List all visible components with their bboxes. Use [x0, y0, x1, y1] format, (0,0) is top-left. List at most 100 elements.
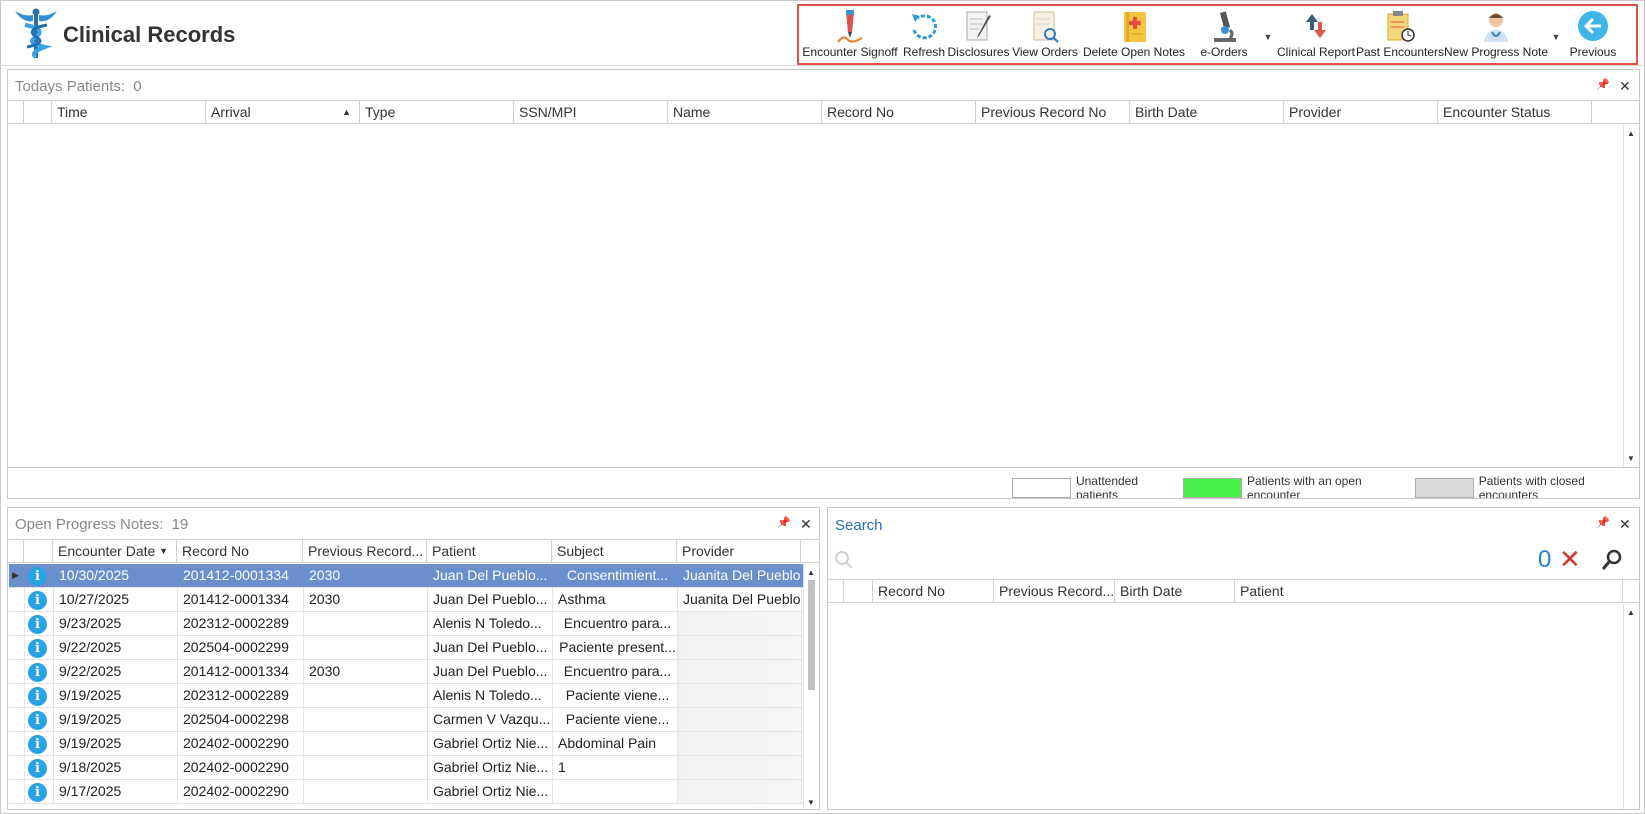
delete-open-notes-button[interactable]: Delete Open Notes	[1080, 6, 1188, 63]
e-orders-button[interactable]: e-Orders	[1188, 6, 1260, 63]
column-type[interactable]: Type	[360, 101, 514, 123]
row-indicator-column	[8, 101, 24, 123]
clear-search-icon[interactable]: ✕	[1559, 544, 1581, 575]
row-indicator	[9, 660, 25, 683]
table-row[interactable]: i 9/18/2025 202402-0002290 Gabriel Ortiz Ni…	[9, 756, 803, 780]
cell-prev: 2030	[304, 660, 428, 683]
scroll-down-icon[interactable]: ▼	[807, 798, 815, 807]
scroll-up-icon[interactable]: ▲	[1627, 608, 1635, 617]
table-row[interactable]: i 9/19/2025 202402-0002290 Gabriel Ortiz Ni…	[9, 732, 803, 756]
pin-icon[interactable]: 📌	[1596, 516, 1610, 529]
todays-patients-panel: Todays Patients: 0 📌 ✕ Time Arrival Type…	[7, 69, 1640, 499]
disclosures-button[interactable]: Disclosures	[947, 6, 1010, 63]
previous-button[interactable]: Previous	[1564, 6, 1622, 63]
info-icon[interactable]: i	[28, 711, 47, 730]
info-icon-cell: i	[25, 708, 54, 731]
cell-patient: Carmen V Vazqu...	[428, 708, 553, 731]
app-title: Clinical Records	[63, 22, 236, 47]
info-icon[interactable]: i	[28, 663, 47, 682]
cell-patient: Gabriel Ortiz Nie...	[428, 780, 553, 803]
pin-icon[interactable]: 📌	[1596, 78, 1610, 91]
scroll-up-icon[interactable]: ▲	[807, 568, 815, 577]
scroll-thumb[interactable]	[808, 580, 815, 690]
info-icon-cell: i	[25, 684, 54, 707]
new-progress-note-dropdown-icon[interactable]: ▼	[1548, 6, 1564, 63]
cell-prev	[304, 708, 428, 731]
scroll-up-icon[interactable]: ▲	[1627, 129, 1635, 138]
info-icon[interactable]: i	[28, 783, 47, 802]
column-subject[interactable]: Subject	[552, 540, 677, 562]
column-encounter-date[interactable]: Encounter Date	[53, 540, 177, 562]
search-icon[interactable]	[834, 550, 854, 570]
column-birth-date[interactable]: Birth Date	[1130, 101, 1284, 123]
new-progress-note-button[interactable]: New Progress Note	[1444, 6, 1548, 63]
e-orders-label: e-Orders	[1200, 45, 1248, 59]
table-row[interactable]: i 9/22/2025 201412-0001334 2030 Juan Del Pue…	[9, 660, 803, 684]
encounter-signoff-button[interactable]: Encounter Signoff	[799, 6, 901, 63]
column-provider[interactable]: Provider	[677, 540, 801, 562]
close-icon[interactable]: ✕	[1619, 516, 1631, 533]
column-record-no[interactable]: Record No	[822, 101, 976, 123]
search-results-scrollbar[interactable]: ▲	[1623, 604, 1639, 809]
info-icon[interactable]: i	[28, 639, 47, 658]
todays-patients-title: Todays Patients: 0	[15, 78, 142, 95]
todays-patients-scrollbar[interactable]: ▲ ▼	[1623, 125, 1639, 467]
close-icon[interactable]: ✕	[800, 516, 812, 533]
table-row[interactable]: i 9/19/2025 202312-0002289 Alenis N Toledo.…	[9, 684, 803, 708]
cell-record: 201412-0001334	[178, 660, 304, 683]
info-icon[interactable]: i	[28, 615, 47, 634]
column-arrival[interactable]: Arrival	[206, 101, 360, 123]
cell-provider	[678, 756, 802, 779]
cell-subject: Paciente viene...	[553, 684, 678, 707]
e-orders-dropdown-icon[interactable]: ▼	[1260, 6, 1276, 63]
column-patient[interactable]: Patient	[1235, 580, 1623, 602]
refresh-button[interactable]: Refresh	[901, 6, 947, 63]
table-row[interactable]: i 9/19/2025 202504-0002298 Carmen V Vazqu..…	[9, 708, 803, 732]
info-icon[interactable]: i	[28, 567, 47, 586]
column-previous-record-no[interactable]: Previous Record No	[976, 101, 1130, 123]
table-row[interactable]: i 9/23/2025 202312-0002289 Alenis N Toledo.…	[9, 612, 803, 636]
column-patient[interactable]: Patient	[427, 540, 552, 562]
column-provider[interactable]: Provider	[1284, 101, 1438, 123]
column-name[interactable]: Name	[668, 101, 822, 123]
cell-subject: Paciente viene...	[553, 708, 678, 731]
info-icon[interactable]: i	[28, 759, 47, 778]
table-row[interactable]: ▶ i 10/30/2025 201412-0001334 2030 Juan Del P…	[9, 564, 803, 588]
column-birth-date[interactable]: Birth Date	[1115, 580, 1235, 602]
search-title: Search	[835, 517, 883, 534]
table-row[interactable]: i 9/17/2025 202402-0002290 Gabriel Ortiz Ni…	[9, 780, 803, 804]
info-icon[interactable]: i	[28, 687, 47, 706]
row-indicator	[9, 612, 25, 635]
cell-provider	[678, 612, 802, 635]
past-encounters-button[interactable]: Past Encounters	[1356, 6, 1444, 63]
column-previous-record[interactable]: Previous Record...	[994, 580, 1115, 602]
view-orders-button[interactable]: View Orders	[1010, 6, 1080, 63]
column-record-no[interactable]: Record No	[873, 580, 994, 602]
search-result-count: 0	[1538, 546, 1552, 573]
cell-provider	[678, 684, 802, 707]
encounter-signoff-label: Encounter Signoff	[802, 45, 898, 59]
table-row[interactable]: i 10/27/2025 201412-0001334 2030 Juan Del Pu…	[9, 588, 803, 612]
info-icon[interactable]: i	[28, 735, 47, 754]
column-record-no[interactable]: Record No	[177, 540, 303, 562]
scroll-down-icon[interactable]: ▼	[1627, 454, 1635, 463]
pin-icon[interactable]: 📌	[777, 516, 791, 529]
row-indicator	[9, 588, 25, 611]
column-previous-record[interactable]: Previous Record...	[303, 540, 427, 562]
column-ssn-mpi[interactable]: SSN/MPI	[514, 101, 668, 123]
table-row[interactable]: i 9/22/2025 202504-0002299 Juan Del Pueblo.…	[9, 636, 803, 660]
find-icon[interactable]	[1600, 548, 1624, 572]
cell-prev	[304, 756, 428, 779]
column-time[interactable]: Time	[52, 101, 206, 123]
document-search-icon	[1033, 11, 1059, 43]
open-progress-notes-scrollbar[interactable]: ▲ ▼	[803, 564, 819, 809]
microscope-icon	[1214, 11, 1236, 42]
status-legend: Unattended patients Patients with an ope…	[1012, 474, 1639, 498]
cell-patient: Alenis N Toledo...	[428, 612, 553, 635]
column-encounter-status[interactable]: Encounter Status	[1438, 101, 1592, 123]
info-icon-cell: i	[25, 636, 54, 659]
clinical-report-button[interactable]: Clinical Report	[1276, 6, 1356, 63]
close-icon[interactable]: ✕	[1619, 78, 1631, 95]
row-indicator	[9, 756, 25, 779]
info-icon[interactable]: i	[28, 591, 47, 610]
